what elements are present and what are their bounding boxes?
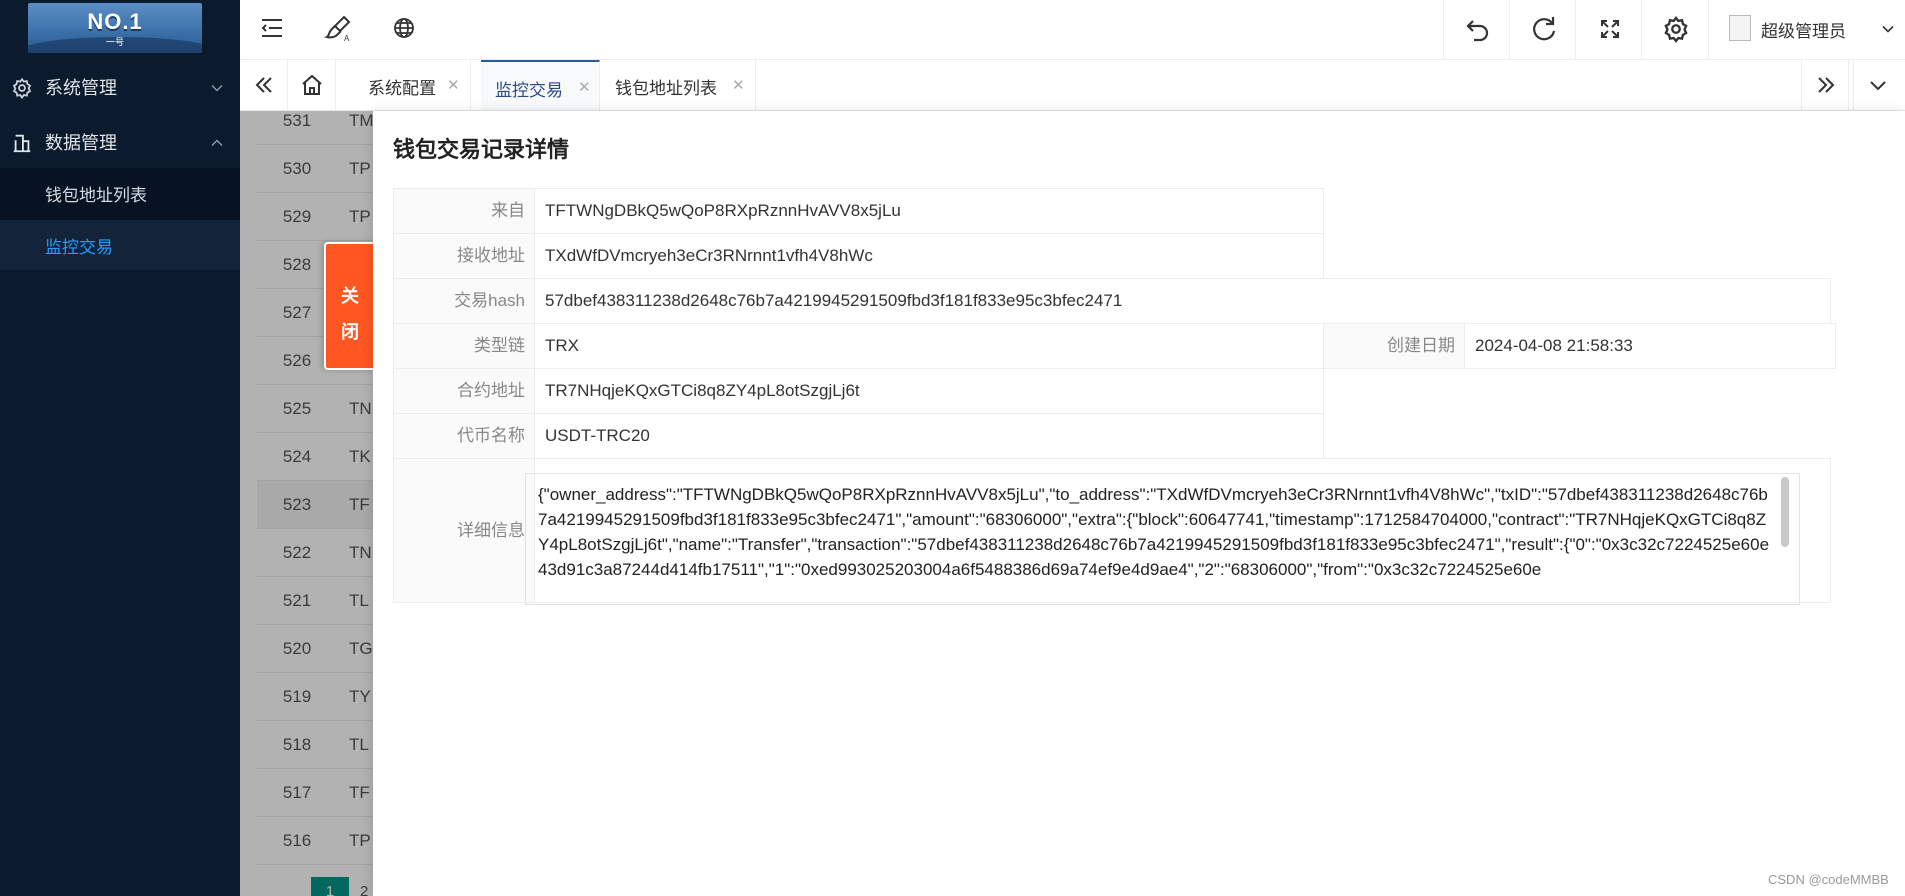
- panel-title: 钱包交易记录详情: [393, 137, 570, 162]
- double-chevron-left-icon: [255, 77, 272, 93]
- gear-icon: [12, 77, 32, 99]
- to-label: 接收地址: [393, 233, 535, 279]
- date-label: 创建日期: [1323, 323, 1465, 369]
- info-label: 详细信息: [393, 458, 535, 603]
- user-menu[interactable]: 超级管理员: [1708, 0, 1905, 60]
- top-bar: A 超级管理员: [240, 0, 1905, 60]
- logo-subtext: 一号: [105, 37, 124, 47]
- watermark: CSDN @codeMMBB: [1768, 872, 1889, 887]
- menu-collapse-icon[interactable]: [258, 14, 286, 42]
- sidebar: NO.1 一号 系统管理 数据管理 钱包地址列表 监控交易: [0, 0, 240, 896]
- sidebar-item-label: 监控交易: [45, 237, 113, 257]
- theme-brush-icon[interactable]: A: [324, 14, 352, 42]
- fullscreen-button[interactable]: [1575, 0, 1641, 60]
- tab-menu-dropdown[interactable]: [1853, 60, 1901, 110]
- detail-panel: 钱包交易记录详情 来自 TFTWNgDBkQ5wQoP8RXpRznnHvAVV…: [373, 111, 1905, 896]
- settings-button[interactable]: [1641, 0, 1707, 60]
- chevron-down-icon: [1870, 81, 1886, 91]
- double-chevron-right-icon: [1818, 77, 1835, 93]
- chain-label: 类型链: [393, 323, 535, 369]
- home-icon: [302, 74, 322, 95]
- menu-group-data[interactable]: 数据管理: [0, 114, 240, 170]
- to-value: TXdWfDVmcryeh3eCr3RNrnnt1vfh4V8hWc: [534, 233, 1324, 279]
- contract-value: TR7NHqjeKQxGTCi8q8ZY4pL8otSzgjLj6t: [534, 368, 1324, 414]
- token-label: 代币名称: [393, 413, 535, 459]
- close-label-2: 闭: [341, 322, 359, 342]
- logo[interactable]: NO.1 一号: [28, 3, 202, 53]
- submenu-data: 钱包地址列表 监控交易: [0, 168, 240, 270]
- menu-group-label: 系统管理: [45, 78, 117, 98]
- chain-value: TRX: [534, 323, 1324, 369]
- close-label-1: 关: [341, 286, 359, 306]
- tab-bar: 系统配置 ✕ 监控交易 ✕ 钱包地址列表 ✕: [240, 60, 1905, 111]
- refresh-icon: [1533, 17, 1556, 41]
- bank-icon: [13, 134, 31, 153]
- tab-label: 监控交易: [495, 81, 563, 100]
- sidebar-item-monitor[interactable]: 监控交易: [0, 220, 240, 270]
- date-value: 2024-04-08 21:58:33: [1464, 323, 1836, 369]
- info-textarea[interactable]: {"owner_address":"TFTWNgDBkQ5wQoP8RXpRzn…: [525, 473, 1800, 605]
- tab-wallet-list[interactable]: 钱包地址列表 ✕: [601, 60, 756, 110]
- hash-label: 交易hash: [393, 278, 535, 324]
- logo-text: NO.1: [87, 9, 143, 34]
- avatar: [1729, 15, 1751, 41]
- chevron-up-icon: [211, 139, 223, 147]
- close-icon[interactable]: ✕: [732, 76, 745, 94]
- undo-button[interactable]: [1443, 0, 1509, 60]
- chevron-down-icon: [1882, 25, 1894, 33]
- hash-value: 57dbef438311238d2648c76b7a4219945291509f…: [534, 278, 1831, 324]
- tab-monitor[interactable]: 监控交易 ✕: [481, 60, 600, 110]
- contract-label: 合约地址: [393, 368, 535, 414]
- svg-text:A: A: [344, 34, 350, 42]
- tab-label: 系统配置: [368, 79, 436, 98]
- close-icon[interactable]: ✕: [578, 78, 591, 96]
- user-name: 超级管理员: [1761, 22, 1846, 41]
- tab-label: 钱包地址列表: [615, 79, 717, 98]
- gear-icon: [1664, 16, 1688, 43]
- token-value: USDT-TRC20: [534, 413, 1324, 459]
- refresh-button[interactable]: [1509, 0, 1575, 60]
- info-value: {"owner_address":"TFTWNgDBkQ5wQoP8RXpRzn…: [538, 485, 1770, 579]
- sidebar-item-wallet-list[interactable]: 钱包地址列表: [0, 168, 240, 218]
- from-value: TFTWNgDBkQ5wQoP8RXpRznnHvAVV8x5jLu: [534, 188, 1324, 234]
- globe-icon[interactable]: [390, 14, 418, 42]
- from-label: 来自: [393, 188, 535, 234]
- close-icon[interactable]: ✕: [447, 76, 460, 94]
- tab-scroll-right[interactable]: [1801, 60, 1849, 110]
- menu-group-label: 数据管理: [45, 133, 117, 153]
- undo-icon: [1466, 20, 1489, 42]
- close-panel-button[interactable]: 关闭: [324, 242, 376, 370]
- menu-group-system[interactable]: 系统管理: [0, 59, 240, 115]
- scrollbar[interactable]: [1781, 477, 1789, 547]
- chevron-down-icon: [211, 84, 223, 92]
- sidebar-item-label: 钱包地址列表: [45, 185, 147, 205]
- fullscreen-icon: [1601, 20, 1619, 38]
